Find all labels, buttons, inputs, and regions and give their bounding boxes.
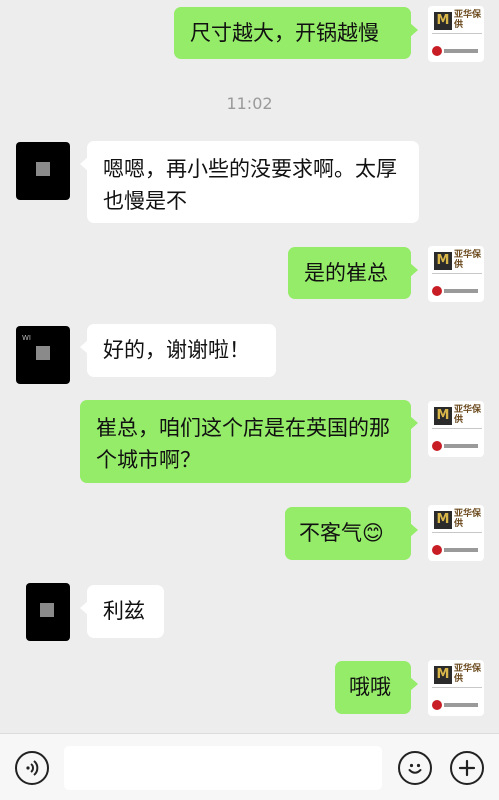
- emoji-icon[interactable]: [398, 751, 432, 785]
- brand-logo-icon: M: [434, 12, 452, 30]
- brand-text: 亚华保供: [454, 405, 482, 425]
- message-text: 利兹: [103, 599, 145, 623]
- avatar[interactable]: [16, 142, 70, 200]
- voice-icon[interactable]: [15, 751, 49, 785]
- message-text: 哦哦: [349, 675, 391, 699]
- message-bubble[interactable]: 尺寸越大，开锅越慢: [174, 7, 418, 59]
- message-bubble[interactable]: 不客气😊: [285, 507, 418, 560]
- message-bubble[interactable]: 是的崔总: [288, 247, 418, 299]
- avatar[interactable]: M 亚华保供: [428, 660, 484, 716]
- plus-icon[interactable]: [450, 751, 484, 785]
- message-text: 嗯嗯，再小些的没要求啊。太厚也慢是不: [103, 157, 397, 213]
- message-bubble[interactable]: 利兹: [80, 585, 164, 638]
- avatar[interactable]: WI: [16, 326, 70, 384]
- message-input-bar: [0, 733, 499, 800]
- message-input[interactable]: [64, 746, 382, 790]
- avatar[interactable]: M 亚华保供: [428, 401, 484, 457]
- message-text: 好的，谢谢啦！: [103, 338, 250, 362]
- message-text: 是的崔总: [304, 261, 388, 285]
- avatar[interactable]: M 亚华保供: [428, 505, 484, 561]
- message-bubble[interactable]: 嗯嗯，再小些的没要求啊。太厚也慢是不: [80, 141, 419, 223]
- brand-logo-icon: M: [434, 511, 452, 529]
- brand-text: 亚华保供: [454, 250, 482, 270]
- chat-area: 尺寸越大，开锅越慢 M 亚华保供 11:02 嗯嗯，再小些的没要求啊。太厚也慢是…: [0, 0, 499, 733]
- brand-text: 亚华保供: [454, 10, 482, 30]
- brand-text: 亚华保供: [454, 509, 482, 529]
- message-text: 崔总，咱们这个店是在英国的那个城市啊？: [96, 416, 390, 472]
- avatar-watermark: WI: [22, 334, 31, 342]
- brand-logo-icon: M: [434, 407, 452, 425]
- avatar[interactable]: [26, 583, 70, 641]
- message-text: 不客气😊: [299, 521, 384, 545]
- brand-logo-icon: M: [434, 252, 452, 270]
- brand-text: 亚华保供: [454, 664, 482, 684]
- avatar[interactable]: M 亚华保供: [428, 6, 484, 62]
- message-bubble[interactable]: 哦哦: [335, 661, 418, 714]
- message-bubble[interactable]: 崔总，咱们这个店是在英国的那个城市啊？: [80, 400, 418, 483]
- timestamp: 11:02: [226, 94, 273, 113]
- avatar[interactable]: M 亚华保供: [428, 246, 484, 302]
- message-text: 尺寸越大，开锅越慢: [190, 21, 379, 45]
- message-bubble[interactable]: 好的，谢谢啦！: [80, 324, 276, 377]
- brand-logo-icon: M: [434, 666, 452, 684]
